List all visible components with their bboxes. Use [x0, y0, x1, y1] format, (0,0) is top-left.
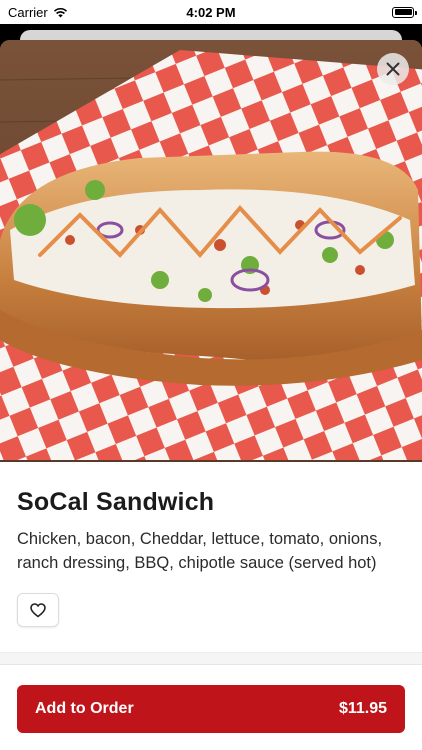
item-info: SoCal Sandwich Chicken, bacon, Cheddar, …: [17, 488, 405, 575]
section-divider: [0, 652, 422, 664]
add-to-order-label: Add to Order: [35, 700, 134, 717]
status-bar: Carrier 4:02 PM: [0, 0, 422, 24]
wifi-icon: [53, 7, 67, 17]
add-to-order-button[interactable]: Add to Order $11.95: [17, 685, 405, 733]
carrier-label: Carrier: [8, 4, 48, 20]
heart-icon: [30, 602, 46, 617]
item-detail-sheet: SoCal Sandwich Chicken, bacon, Cheddar, …: [0, 40, 422, 750]
close-button[interactable]: [377, 53, 409, 85]
item-photo: [0, 40, 422, 462]
sandwich-photo: [0, 40, 422, 462]
price-label: $11.95: [338, 700, 387, 717]
favorite-button[interactable]: [17, 593, 59, 627]
item-title: SoCal Sandwich: [17, 488, 215, 516]
item-description: Chicken, bacon, Cheddar, lettuce, tomato…: [17, 530, 383, 572]
status-left: Carrier: [8, 5, 68, 20]
battery-icon: [392, 6, 417, 18]
close-icon: [386, 62, 400, 76]
order-footer: Add to Order $11.95: [0, 664, 422, 750]
